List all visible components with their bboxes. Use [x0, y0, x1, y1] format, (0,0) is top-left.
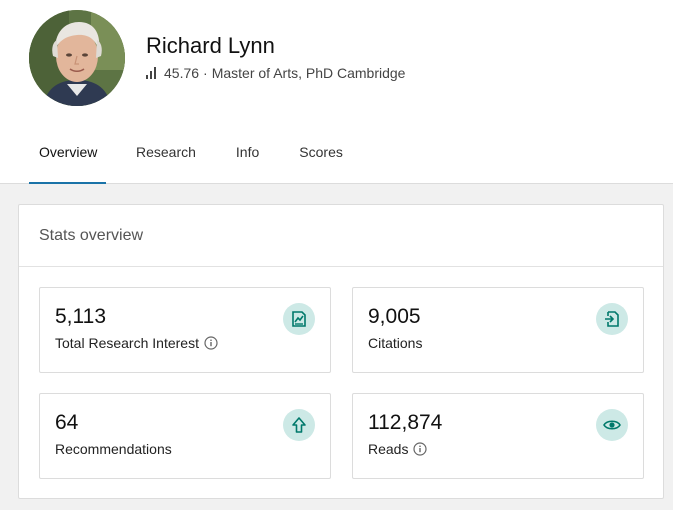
stat-value: 112,874	[368, 411, 443, 434]
eye-icon	[596, 409, 628, 441]
stat-label-text: Reads	[368, 441, 409, 457]
tab-scores-label: Scores	[299, 144, 343, 160]
stat-label: Total Research Interest	[55, 335, 218, 351]
profile-score: 45.76	[164, 65, 200, 81]
tab-research-label: Research	[136, 144, 196, 160]
stat-label: Recommendations	[55, 441, 172, 457]
citations-icon	[596, 303, 628, 335]
info-icon[interactable]	[204, 336, 218, 350]
tab-overview[interactable]: Overview	[29, 128, 106, 184]
stat-label-text: Recommendations	[55, 441, 172, 457]
stat-label-text: Citations	[368, 335, 423, 351]
tab-overview-label: Overview	[39, 144, 98, 160]
tab-info[interactable]: Info	[236, 128, 259, 184]
recommendation-arrow-icon	[283, 409, 315, 441]
score-bars-icon	[146, 67, 158, 79]
stat-recommendations[interactable]: 64 Recommendations	[39, 393, 331, 479]
card-divider	[19, 266, 663, 267]
tab-info-label: Info	[235, 144, 260, 160]
stat-research-interest[interactable]: 5,113 Total Research Interest	[39, 287, 331, 373]
avatar-photo	[29, 10, 125, 106]
research-interest-icon	[283, 303, 315, 335]
profile-tabs: Overview Research Info Scores	[29, 128, 343, 184]
stat-label: Citations	[368, 335, 422, 351]
card-title: Stats overview	[39, 227, 144, 244]
stat-label-text: Total Research Interest	[55, 335, 199, 351]
info-icon[interactable]	[413, 442, 428, 456]
stat-reads[interactable]: 112,874 Reads	[352, 393, 644, 479]
stat-value: 9,005	[368, 305, 421, 328]
avatar[interactable]	[29, 10, 125, 106]
tab-research[interactable]: Research	[136, 128, 196, 184]
profile-name: Richard Lynn	[146, 33, 275, 58]
tab-scores[interactable]: Scores	[299, 128, 343, 184]
profile-header: Richard Lynn 45.76 · Master of Arts, PhD…	[0, 0, 673, 184]
stat-citations[interactable]: 9,005 Citations	[352, 287, 644, 373]
stat-value: 5,113	[55, 305, 106, 328]
profile-separator: ·	[203, 65, 208, 81]
profile-subline: 45.76 · Master of Arts, PhD Cambridge	[146, 65, 405, 81]
profile-degree: Master of Arts, PhD Cambridge	[211, 65, 406, 81]
stats-overview-card: Stats overview 5,113 Total Research Inte…	[18, 204, 664, 499]
stat-value: 64	[55, 411, 79, 434]
stat-label: Reads	[368, 441, 428, 457]
